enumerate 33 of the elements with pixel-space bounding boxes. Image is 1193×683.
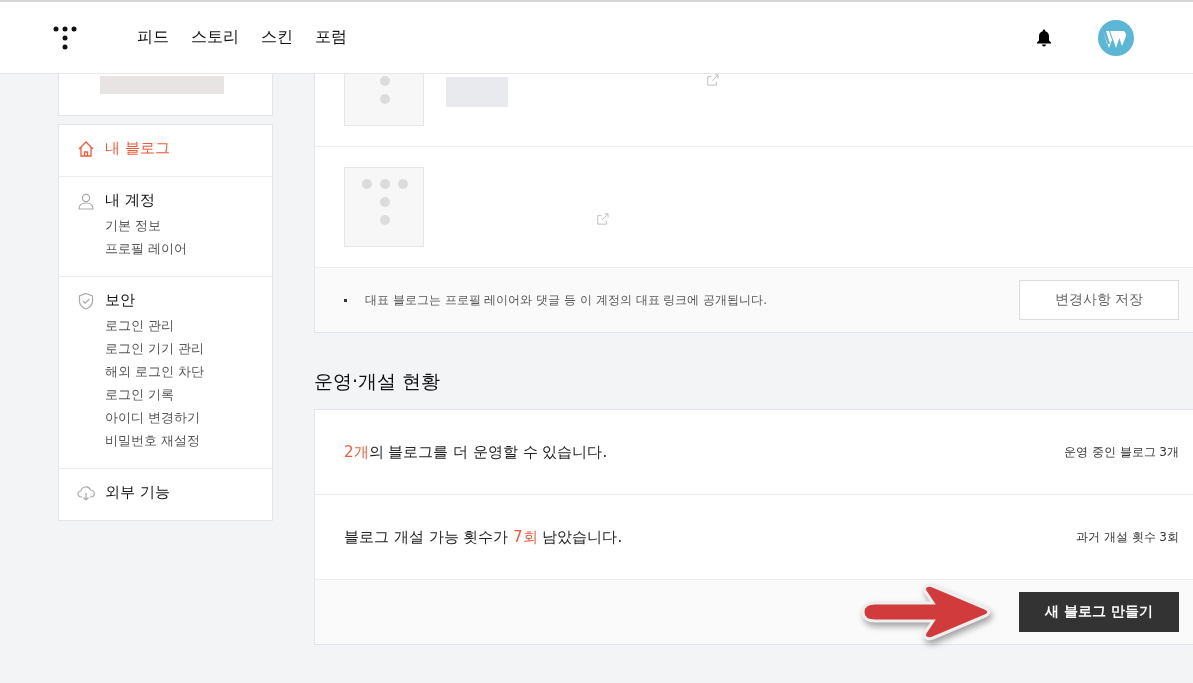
sidebar-subitem[interactable]: 프로필 레이어 <box>105 241 187 258</box>
nav-link[interactable]: 피드 <box>137 27 169 48</box>
bullet-icon <box>344 298 347 302</box>
sidebar-item[interactable]: 내 계정 <box>105 191 155 210</box>
sidebar-subitem[interactable]: 로그인 기기 관리 <box>105 341 204 358</box>
notification-bell-icon[interactable] <box>1036 28 1052 47</box>
create-blog-button[interactable]: 새 블로그 만들기 <box>1019 592 1179 632</box>
cloud-download-icon <box>77 483 95 502</box>
sidebar-subitem[interactable]: 해외 로그인 차단 <box>105 364 204 381</box>
sidebar-item[interactable]: 보안 <box>105 291 135 310</box>
person-icon <box>77 191 95 210</box>
status-text: 블로그 개설 가능 횟수가 7회 남았습니다. <box>344 527 623 547</box>
nav-link[interactable]: 스토리 <box>191 27 239 48</box>
save-button[interactable]: 변경사항 저장 <box>1019 280 1179 320</box>
logo-icon[interactable] <box>53 25 77 50</box>
nav-link[interactable]: 스킨 <box>261 27 293 48</box>
section-heading: 운영·개설 현황 <box>314 369 442 394</box>
external-link-icon[interactable] <box>596 213 609 225</box>
external-link-icon[interactable] <box>706 74 719 86</box>
nav-link[interactable]: 포럼 <box>315 27 347 48</box>
sidebar-subitem[interactable]: 로그인 기록 <box>105 387 174 404</box>
notice-text: 대표 블로그는 프로필 레이어와 댓글 등 이 계정의 대표 링크에 공개됩니다. <box>365 291 768 309</box>
status-count: 과거 개설 횟수 3회 <box>1075 528 1179 546</box>
sidebar-subitem[interactable]: 로그인 관리 <box>105 318 174 335</box>
sidebar-subitem[interactable]: 아이디 변경하기 <box>105 410 200 427</box>
status-text: 2개의 블로그를 더 운영할 수 있습니다. <box>344 442 608 462</box>
sidebar-subitem[interactable]: 비밀번호 재설정 <box>105 433 200 450</box>
status-count: 운영 중인 블로그 3개 <box>1063 443 1179 461</box>
shield-icon <box>77 291 95 310</box>
avatar-icon[interactable] <box>1098 19 1134 56</box>
sidebar-subitem[interactable]: 기본 정보 <box>105 218 161 235</box>
sidebar-item[interactable]: 외부 기능 <box>105 483 170 502</box>
home-icon <box>77 139 95 158</box>
